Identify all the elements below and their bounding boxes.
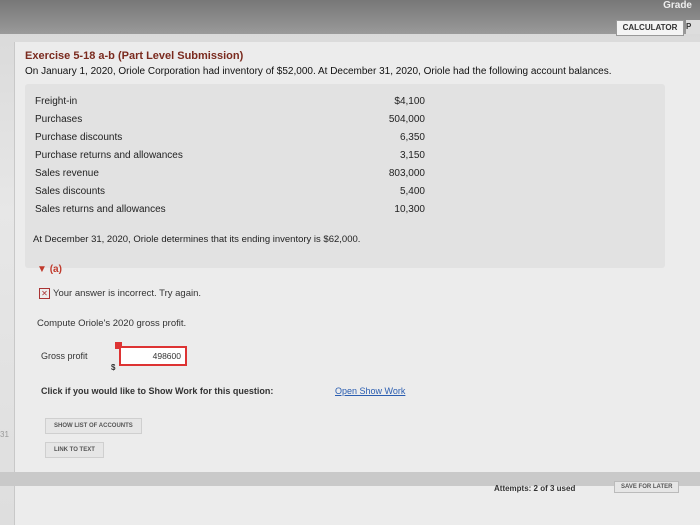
gross-profit-label: Gross profit [41, 351, 88, 361]
ending-inventory-text: At December 31, 2020, Oriole determines … [33, 234, 361, 245]
calculator-button[interactable]: CALCULATOR [616, 20, 684, 36]
balance-value: 504,000 [388, 114, 425, 125]
balance-value: 3,150 [399, 150, 425, 161]
exercise-title: Exercise 5-18 a-b (Part Level Submission… [25, 50, 244, 62]
balance-value: 6,350 [399, 132, 425, 143]
triangle-down-icon: ▼ [37, 264, 47, 275]
show-work-question: Click if you would like to Show Work for… [41, 386, 274, 396]
question-prompt: Compute Oriole's 2020 gross profit. [37, 318, 187, 329]
balance-value: 803,000 [388, 168, 425, 179]
side-number: 31 [0, 430, 9, 439]
balance-label: Purchase discounts [35, 132, 123, 143]
attempts-counter: Attempts: 2 of 3 used [494, 484, 576, 493]
balance-label: Sales returns and allowances [35, 204, 166, 215]
part-label: (a) [49, 264, 62, 275]
currency-symbol: $ [111, 363, 116, 372]
top-toolbar: Grade CALCULATOR P [0, 0, 700, 36]
gross-profit-input[interactable]: 498600 [119, 346, 187, 366]
balance-label: Sales discounts [35, 186, 106, 197]
x-icon: ✕ [39, 288, 50, 299]
balance-label: Purchase returns and allowances [35, 150, 183, 161]
grade-tab[interactable]: Grade [663, 0, 692, 11]
question-page: Exercise 5-18 a-b (Part Level Submission… [14, 42, 700, 525]
balance-label: Purchases [35, 114, 83, 125]
feedback-text: Your answer is incorrect. Try again. [53, 288, 202, 300]
show-list-of-accounts-button[interactable]: SHOW LIST OF ACCOUNTS [45, 418, 142, 434]
status-bar [0, 472, 700, 486]
balance-label: Sales revenue [35, 168, 99, 179]
balance-value: 5,400 [399, 186, 425, 197]
link-to-text-button[interactable]: LINK TO TEXT [45, 442, 104, 458]
save-for-later-button[interactable]: SAVE FOR LATER [614, 481, 680, 493]
part-a-toggle[interactable]: ▼ (a) [37, 264, 62, 275]
screen: Grade CALCULATOR P 31 Exercise 5-18 a-b … [0, 0, 700, 525]
balance-value: $4,100 [394, 96, 425, 107]
balance-value: 10,300 [394, 204, 425, 215]
feedback-message: ✕ Your answer is incorrect. Try again. [39, 288, 201, 299]
open-show-work-link[interactable]: Open Show Work [335, 386, 405, 396]
exercise-intro: On January 1, 2020, Oriole Corporation h… [25, 66, 612, 77]
print-button[interactable]: P [686, 20, 700, 34]
balance-label: Freight-in [35, 96, 78, 107]
